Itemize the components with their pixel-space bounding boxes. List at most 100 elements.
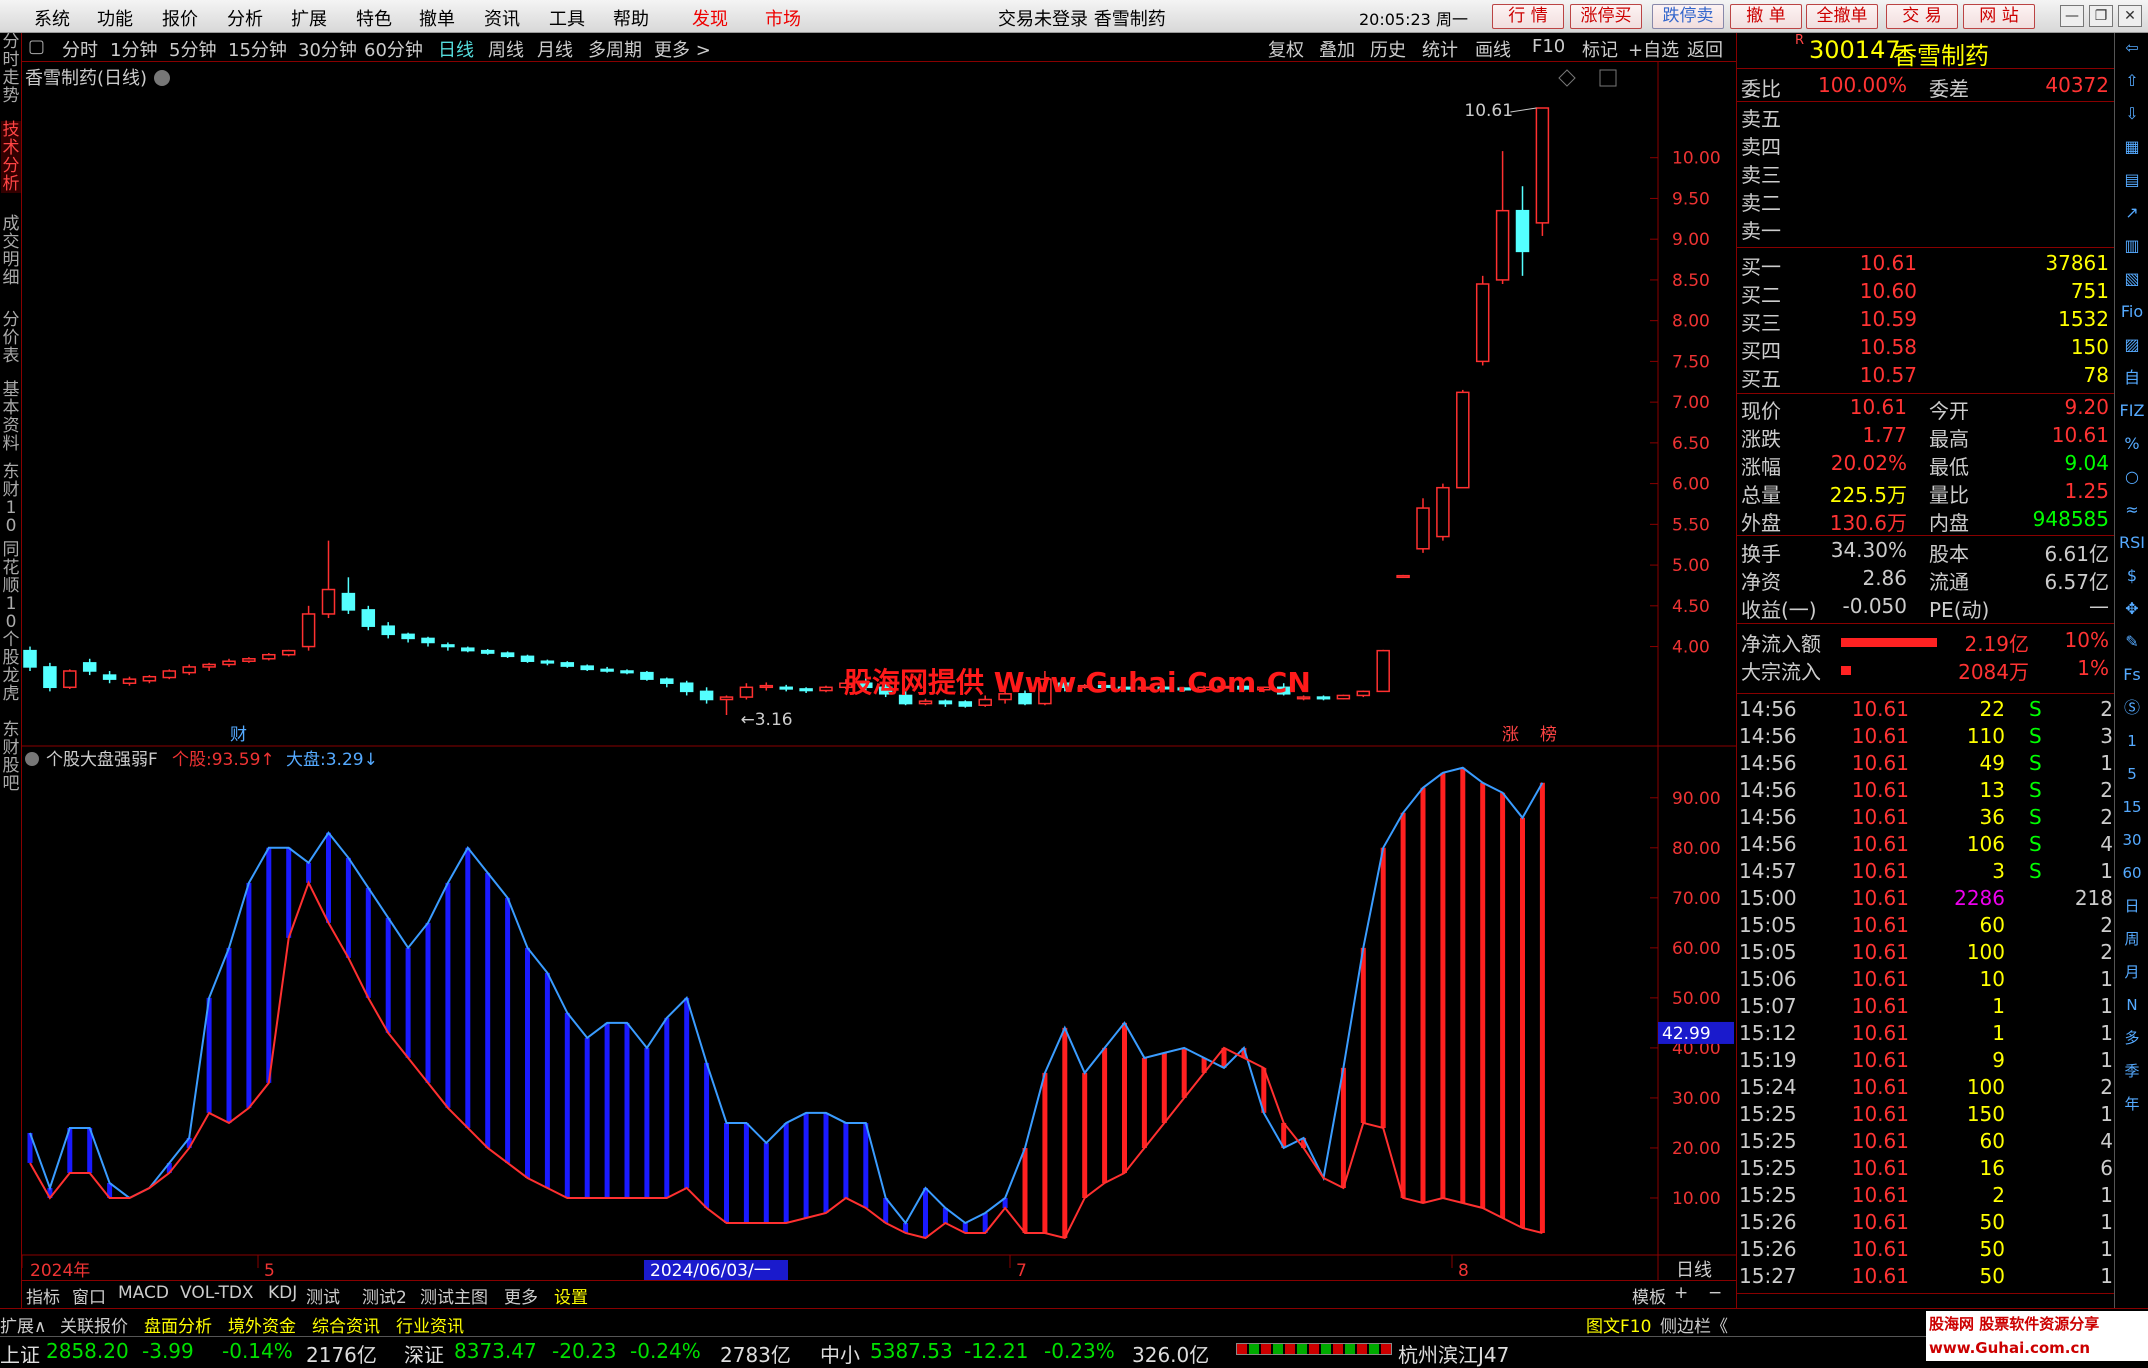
toolbar-btn-4[interactable]: 画线 <box>1475 36 1511 62</box>
period-1[interactable]: 1分钟 <box>110 36 157 62</box>
strip-icon-26[interactable]: 日 <box>2119 893 2145 919</box>
period-5[interactable]: 60分钟 <box>364 36 423 62</box>
left-tab-5[interactable]: 东财10 <box>1 463 21 535</box>
strip-icon-18[interactable]: ✎ <box>2119 629 2145 655</box>
indicator-tab-8[interactable]: 更多 <box>504 1283 538 1308</box>
template-btn-1[interactable]: + <box>1674 1283 1688 1303</box>
quick-button-2[interactable]: 跌停卖 <box>1652 4 1724 29</box>
restore-icon[interactable]: ❐ <box>2089 5 2113 27</box>
left-tab-7[interactable]: 个股龙虎 <box>1 631 21 703</box>
strip-icon-27[interactable]: 周 <box>2119 926 2145 952</box>
left-tab-3[interactable]: 分价表 <box>1 311 21 365</box>
period-6[interactable]: 日线 <box>438 36 474 62</box>
menu-highlight-0[interactable]: 发现 <box>692 5 728 31</box>
info-tab-4[interactable]: 综合资讯 <box>312 1312 380 1337</box>
indicator-tab-6[interactable]: 测试2 <box>362 1283 407 1308</box>
period-3[interactable]: 15分钟 <box>228 36 287 62</box>
sidebar-toggle[interactable]: 侧边栏《 <box>1660 1312 1728 1337</box>
strip-icon-8[interactable]: Fio <box>2119 299 2145 325</box>
left-tab-8[interactable]: 东财股吧 <box>1 721 21 793</box>
template-btn-0[interactable]: 模板 <box>1632 1283 1666 1308</box>
indicator-tab-7[interactable]: 测试主图 <box>420 1283 488 1308</box>
quick-button-0[interactable]: 行 情 <box>1492 4 1564 29</box>
menu-item-1[interactable]: 功能 <box>97 5 133 31</box>
info-tab-2[interactable]: 盘面分析 <box>144 1312 212 1337</box>
left-tab-1[interactable]: 技术分析 <box>1 121 21 193</box>
info-tab-5[interactable]: 行业资讯 <box>396 1312 464 1337</box>
left-tab-4[interactable]: 基本资料 <box>1 381 21 453</box>
left-tab-0[interactable]: 分时走势 <box>1 33 21 105</box>
strip-icon-23[interactable]: 15 <box>2119 794 2145 820</box>
left-tab-6[interactable]: 同花顺10 <box>1 541 21 631</box>
strip-icon-2[interactable]: ⇩ <box>2119 101 2145 127</box>
toolbar-btn-1[interactable]: 叠加 <box>1319 36 1355 62</box>
toolbar-btn-6[interactable]: 标记 <box>1582 36 1618 62</box>
strip-icon-24[interactable]: 30 <box>2119 827 2145 853</box>
strip-icon-28[interactable]: 月 <box>2119 959 2145 985</box>
menu-item-2[interactable]: 报价 <box>162 5 198 31</box>
toolbar-btn-8[interactable]: 返回 <box>1687 36 1723 62</box>
menu-item-8[interactable]: 工具 <box>549 5 585 31</box>
indicator-tab-2[interactable]: MACD <box>118 1283 169 1303</box>
toolbar-btn-3[interactable]: 统计 <box>1422 36 1458 62</box>
period-9[interactable]: 多周期 <box>588 36 642 62</box>
indicator-tab-5[interactable]: 测试 <box>306 1283 340 1308</box>
indicator-tab-4[interactable]: KDJ <box>268 1283 297 1303</box>
menu-item-5[interactable]: 特色 <box>356 5 392 31</box>
period-0[interactable]: 分时 <box>62 36 98 62</box>
strip-icon-17[interactable]: ✥ <box>2119 596 2145 622</box>
menu-item-9[interactable]: 帮助 <box>613 5 649 31</box>
strip-icon-1[interactable]: ⇧ <box>2119 68 2145 94</box>
quick-button-3[interactable]: 撤 单 <box>1730 4 1802 29</box>
strip-icon-20[interactable]: Ⓢ <box>2119 695 2145 721</box>
menu-item-0[interactable]: 系统 <box>34 5 70 31</box>
strip-icon-7[interactable]: ▧ <box>2119 266 2145 292</box>
strip-icon-13[interactable]: ○ <box>2119 464 2145 490</box>
strip-icon-25[interactable]: 60 <box>2119 860 2145 886</box>
indicator-tab-1[interactable]: 窗口 <box>72 1283 106 1308</box>
quick-button-4[interactable]: 全撤单 <box>1806 4 1878 29</box>
strip-icon-15[interactable]: RSI <box>2119 530 2145 556</box>
strip-icon-4[interactable]: ▤ <box>2119 167 2145 193</box>
period-2[interactable]: 5分钟 <box>169 36 216 62</box>
strip-icon-12[interactable]: % <box>2119 431 2145 457</box>
info-tab-0[interactable]: 扩展∧ <box>0 1312 46 1337</box>
menu-highlight-1[interactable]: 市场 <box>765 5 801 31</box>
left-tab-2[interactable]: 成交明细 <box>1 215 21 287</box>
layout-icon[interactable]: ▢ <box>28 36 45 57</box>
period-4[interactable]: 30分钟 <box>298 36 357 62</box>
close-icon[interactable]: ✕ <box>2118 5 2142 27</box>
strip-icon-21[interactable]: 1 <box>2119 728 2145 754</box>
strip-icon-10[interactable]: 自 <box>2119 365 2145 391</box>
toolbar-btn-7[interactable]: +自选 <box>1628 36 1679 62</box>
quick-button-5[interactable]: 交 易 <box>1886 4 1958 29</box>
strip-icon-29[interactable]: N <box>2119 992 2145 1018</box>
indicator-tab-3[interactable]: VOL-TDX <box>180 1283 254 1303</box>
info-tab-1[interactable]: 关联报价 <box>60 1312 128 1337</box>
menu-item-6[interactable]: 撤单 <box>419 5 455 31</box>
minimize-icon[interactable]: — <box>2060 5 2084 27</box>
indicator-tab-0[interactable]: 指标 <box>26 1283 60 1308</box>
strip-icon-3[interactable]: ▦ <box>2119 134 2145 160</box>
period-7[interactable]: 周线 <box>488 36 524 62</box>
indicator-tab-9[interactable]: 设置 <box>554 1283 588 1308</box>
strip-icon-11[interactable]: FIZ <box>2119 398 2145 424</box>
strip-icon-32[interactable]: 年 <box>2119 1091 2145 1117</box>
menu-item-7[interactable]: 资讯 <box>484 5 520 31</box>
template-btn-2[interactable]: − <box>1708 1283 1722 1303</box>
menu-item-4[interactable]: 扩展 <box>291 5 327 31</box>
strip-icon-5[interactable]: ↗ <box>2119 200 2145 226</box>
strip-icon-0[interactable]: ⇦ <box>2119 35 2145 61</box>
period-10[interactable]: 更多 > <box>654 36 711 62</box>
strip-icon-9[interactable]: ▨ <box>2119 332 2145 358</box>
period-8[interactable]: 月线 <box>537 36 573 62</box>
toolbar-btn-0[interactable]: 复权 <box>1268 36 1304 62</box>
toolbar-btn-5[interactable]: F10 <box>1532 36 1565 57</box>
quick-button-1[interactable]: 涨停买 <box>1570 4 1642 29</box>
strip-icon-30[interactable]: 多 <box>2119 1025 2145 1051</box>
strip-icon-14[interactable]: ≈ <box>2119 497 2145 523</box>
f10-tab[interactable]: 图文F10 <box>1586 1312 1651 1337</box>
strip-icon-6[interactable]: ▥ <box>2119 233 2145 259</box>
strip-icon-19[interactable]: Fs <box>2119 662 2145 688</box>
strip-icon-16[interactable]: $ <box>2119 563 2145 589</box>
